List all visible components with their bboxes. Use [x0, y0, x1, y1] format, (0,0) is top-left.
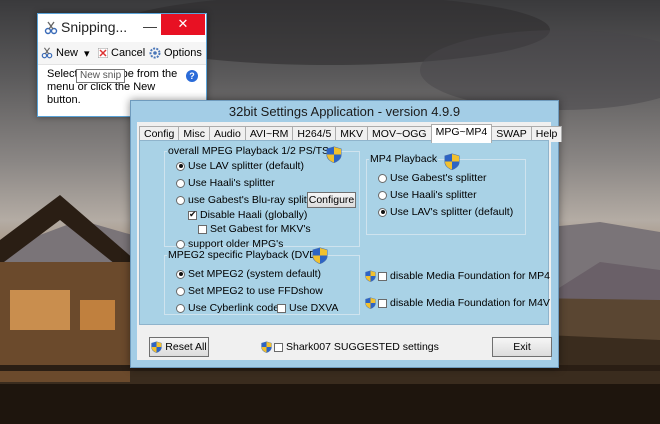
mpeg2-group-title: MPEG2 specific Playback (DVD)	[167, 249, 322, 261]
radio-label: Use LAV's splitter (default)	[390, 206, 514, 218]
radio-indicator	[378, 173, 387, 183]
checkbox-indicator	[198, 224, 207, 234]
radio-mpeg-lav[interactable]: Use LAV splitter (default)	[176, 160, 304, 172]
radio-set-mpeg2[interactable]: Set MPEG2 (system default)	[176, 268, 321, 280]
tab-bar: Config Misc Audio AVI~RM H264/5 MKV MOV~…	[139, 124, 563, 143]
radio-mp4-gabest[interactable]: Use Gabest's splitter	[378, 172, 487, 184]
radio-mpeg-gabest-bluray[interactable]: use Gabest's Blu-ray splitter	[176, 194, 319, 206]
check-suggested-settings[interactable]: Shark007 SUGGESTED settings	[261, 341, 439, 353]
new-dropdown-button[interactable]: ▾	[84, 45, 90, 61]
radio-label: Set MPEG2 (system default)	[188, 268, 322, 280]
new-snip-button[interactable]: New	[41, 45, 78, 61]
snipping-titlebar[interactable]: Snipping... — ✕	[38, 14, 206, 42]
checkbox-label: disable Media Foundation for MP4	[390, 270, 550, 282]
exit-button[interactable]: Exit	[492, 337, 552, 357]
settings-title: 32bit Settings Application - version 4.9…	[228, 104, 461, 119]
uac-shield-icon	[365, 297, 376, 309]
scissors-icon	[41, 47, 53, 59]
radio-mp4-haali[interactable]: Use Haali's splitter	[378, 189, 477, 201]
radio-mp4-lav[interactable]: Use LAV's splitter (default)	[378, 206, 513, 218]
radio-label: use Gabest's Blu-ray splitter	[188, 194, 319, 206]
radio-mpeg-haali[interactable]: Use Haali's splitter	[176, 177, 275, 189]
radio-indicator	[176, 178, 185, 188]
checkbox-label: Shark007 SUGGESTED settings	[286, 341, 439, 353]
check-disable-mf-mp4[interactable]: disable Media Foundation for MP4	[365, 270, 550, 282]
checkbox-label: Set Gabest for MKV's	[210, 223, 311, 235]
radio-label: Use Gabest's splitter	[390, 172, 487, 184]
radio-indicator	[176, 195, 185, 205]
checkbox-label: Disable Haali (globally)	[200, 209, 308, 221]
radio-indicator	[176, 239, 185, 249]
checkbox-indicator	[274, 342, 283, 352]
close-button[interactable]: ✕	[161, 14, 205, 35]
reset-all-label: Reset All	[165, 341, 207, 353]
checkbox-indicator	[378, 271, 387, 281]
mpeg12-group-title: overall MPEG Playback 1/2 PS/TS	[167, 145, 331, 157]
gear-icon	[149, 47, 161, 59]
uac-shield-icon	[326, 146, 342, 163]
reset-all-button[interactable]: Reset All	[149, 337, 209, 357]
radio-indicator	[176, 161, 185, 171]
snipping-toolbar: New ▾ Cancel Options	[38, 42, 206, 65]
uac-shield-icon	[312, 247, 328, 264]
new-label: New	[56, 47, 79, 59]
options-button[interactable]: Options	[149, 45, 202, 61]
radio-label: Set MPEG2 to use FFDshow	[188, 285, 323, 297]
tab-mpg-mp4[interactable]: MPG~MP4	[430, 124, 493, 143]
checkbox-label: Use DXVA	[289, 302, 339, 314]
check-set-gabest-mkv[interactable]: Set Gabest for MKV's	[198, 223, 311, 235]
bottom-bar: Reset All Shark007 SUGGESTED settings Ex…	[137, 327, 552, 360]
check-disable-mf-m4v[interactable]: disable Media Foundation for M4V	[365, 297, 550, 309]
check-use-dxva[interactable]: Use DXVA	[277, 302, 338, 314]
settings-titlebar[interactable]: 32bit Settings Application - version 4.9…	[131, 101, 558, 123]
radio-label: Use Haali's splitter	[390, 189, 477, 201]
check-disable-haali[interactable]: Disable Haali (globally)	[188, 209, 307, 221]
cancel-label: Cancel	[111, 47, 146, 59]
mpg-mp4-panel: overall MPEG Playback 1/2 PS/TS Use LAV …	[139, 140, 550, 325]
snipping-title: Snipping...	[61, 19, 128, 35]
radio-indicator	[378, 207, 387, 217]
minimize-button[interactable]: —	[140, 18, 160, 36]
radio-label: Use Haali's splitter	[188, 177, 275, 189]
mp4-group-title: MP4 Playback	[369, 153, 439, 165]
uac-shield-icon	[151, 341, 162, 353]
cancel-x-icon	[98, 48, 108, 58]
configure-button[interactable]: Configure	[307, 192, 356, 208]
help-icon[interactable]: ?	[186, 70, 198, 82]
radio-indicator	[176, 269, 185, 279]
radio-label: Use Cyberlink codec	[188, 302, 285, 314]
checkbox-indicator	[378, 298, 387, 308]
scissors-icon	[44, 21, 58, 35]
chevron-down-icon: ▾	[84, 47, 90, 60]
options-label: Options	[164, 47, 202, 59]
radio-cyberlink[interactable]: Use Cyberlink codec	[176, 302, 284, 314]
checkbox-label: disable Media Foundation for M4V	[390, 297, 550, 309]
radio-indicator	[176, 303, 185, 313]
checkbox-indicator	[188, 209, 197, 220]
radio-indicator	[378, 190, 387, 200]
settings-window: 32bit Settings Application - version 4.9…	[130, 100, 563, 368]
uac-shield-icon	[444, 153, 460, 170]
new-snip-tooltip: New snip	[76, 69, 126, 83]
radio-mpeg2-ffdshow[interactable]: Set MPEG2 to use FFDshow	[176, 285, 323, 297]
radio-label: Use LAV splitter (default)	[188, 160, 304, 172]
radio-indicator	[176, 286, 185, 296]
uac-shield-icon	[365, 270, 376, 282]
settings-client-area: Config Misc Audio AVI~RM H264/5 MKV MOV~…	[137, 122, 563, 360]
uac-shield-icon	[261, 341, 272, 353]
cancel-button[interactable]: Cancel	[98, 45, 145, 61]
checkbox-indicator	[277, 303, 286, 313]
